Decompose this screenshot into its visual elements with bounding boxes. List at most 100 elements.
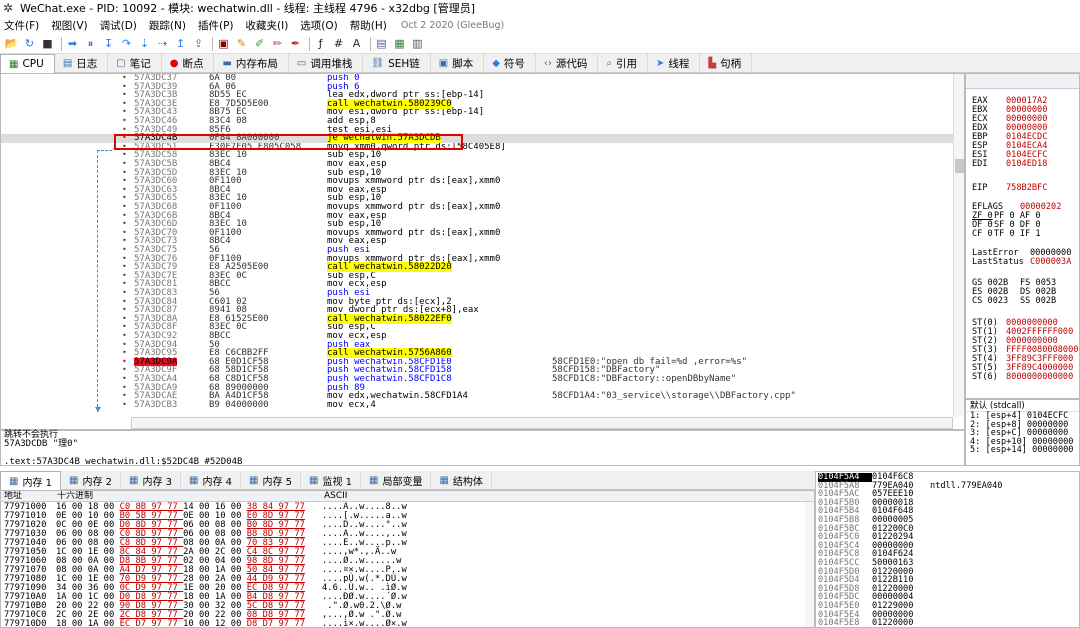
- registers-panel[interactable]: EAX 000017A2 EBX 00000000 ECX 00000000 EDX 0000…: [965, 73, 1080, 399]
- tab-search[interactable]: ⌕ 引用: [598, 54, 649, 73]
- folder-open-icon[interactable]: 📂: [4, 36, 19, 51]
- row-dot[interactable]: •: [122, 74, 127, 83]
- disasm-row[interactable]: • 57A3DC68 0F1100 movups xmmword ptr ds:[ea…: [1, 202, 953, 212]
- disasm-row[interactable]: • 57A3DC87 8941 08 mov dword ptr ds:[ecx+8]…: [1, 306, 953, 315]
- disasm-row[interactable]: • 57A3DC5B 8BC4 mov eax,esp: [1, 159, 953, 169]
- row-dot[interactable]: •: [122, 280, 127, 289]
- menu-item[interactable]: 收藏夹(I): [246, 18, 289, 33]
- disasm-row[interactable]: • 57A3DC94 50 push eax: [1, 340, 953, 350]
- disasm-row[interactable]: • 57A3DC37 6A 00 push 0: [1, 74, 953, 83]
- disasm-row[interactable]: • 57A3DCAE BA A4D1CF58 mov edx,wechatwin.58…: [1, 392, 953, 401]
- tab-callstack[interactable]: ▭ 调用堆栈: [289, 54, 364, 73]
- disasm-row[interactable]: • 57A3DC7E 83EC 0C sub esp,C: [1, 271, 953, 281]
- disasm-row[interactable]: • 57A3DC70 0F1100 movups xmmword ptr ds:[ea…: [1, 228, 953, 238]
- menu-item[interactable]: 跟踪(N): [149, 18, 186, 33]
- row-dot[interactable]: •: [122, 185, 127, 195]
- row-dot[interactable]: •: [122, 392, 127, 401]
- disasm-row[interactable]: • 57A3DC75 56 push esi: [1, 245, 953, 255]
- row-dot[interactable]: •: [122, 220, 127, 229]
- row-dot[interactable]: •: [122, 108, 127, 117]
- tab-symbol[interactable]: ◆ 符号: [484, 54, 536, 73]
- disasm-row[interactable]: • 57A3DC3B 8D55 EC lea edx,dword ptr ss:[eb…: [1, 91, 953, 100]
- disasm-row[interactable]: • 57A3DC79 E8 A2505E00 call wechatwin.58022…: [1, 262, 953, 273]
- disasm-row[interactable]: • 57A3DC81 8BCC mov ecx,esp: [1, 280, 953, 289]
- string-icon[interactable]: A: [349, 36, 364, 51]
- tab-memory[interactable]: ▦ 内存 4: [181, 471, 241, 490]
- bookmark-icon[interactable]: ✒: [288, 36, 303, 51]
- row-dot[interactable]: •: [122, 159, 127, 169]
- disasm-row[interactable]: • 57A3DC95 E8 C6CBB2FF call wechatwin.5756A…: [1, 348, 953, 359]
- register-st6[interactable]: ST(6) 8000000000000: [972, 373, 1073, 382]
- register-edi[interactable]: EDI 0104ED18: [972, 160, 1047, 169]
- register-cs0023[interactable]: CS 0023 SS 002B: [972, 297, 1056, 306]
- row-dot[interactable]: •: [122, 125, 127, 135]
- row-dot[interactable]: •: [122, 288, 127, 298]
- tab-memory-map[interactable]: ▬ 内存布局: [214, 54, 289, 73]
- row-dot[interactable]: •: [122, 202, 127, 212]
- menu-item[interactable]: 选项(O): [300, 18, 337, 33]
- disasm-row[interactable]: • 57A3DC39 6A 06 push 6: [1, 82, 953, 92]
- call-convention-panel[interactable]: 默认 (stdcall) 1: [esp+4] 0104ECFC 2: [esp+…: [965, 399, 1080, 466]
- row-dot[interactable]: •: [122, 306, 127, 315]
- row-dot[interactable]: •: [122, 271, 127, 281]
- row-dot[interactable]: •: [122, 314, 127, 324]
- row-dot[interactable]: •: [122, 177, 127, 186]
- disasm-row[interactable]: • 57A3DCB3 B9 04000000 mov ecx,4: [1, 400, 953, 410]
- disasm-row[interactable]: • 57A3DC6D 83EC 10 sub esp,10: [1, 220, 953, 229]
- pause-icon[interactable]: ⏸: [83, 36, 98, 51]
- row-dot[interactable]: •: [122, 323, 127, 332]
- disasm-row[interactable]: • 57A3DC60 0F1100 movups xmmword ptr ds:[ea…: [1, 177, 953, 186]
- row-dot[interactable]: •: [122, 349, 127, 358]
- tab-memory[interactable]: ▦ 内存 1: [0, 471, 61, 490]
- row-dot[interactable]: •: [122, 82, 127, 92]
- label-icon[interactable]: ✏: [270, 36, 285, 51]
- tab-locals[interactable]: ▦ 局部变量: [361, 471, 432, 490]
- hash-icon[interactable]: #: [331, 36, 346, 51]
- scroll-thumb[interactable]: [955, 159, 964, 173]
- register-laststatus[interactable]: LastStatus C000003A: [972, 258, 1071, 267]
- register-value[interactable]: SS 002B: [1020, 296, 1056, 306]
- disasm-row[interactable]: • 57A3DC43 8B75 EC mov esi,dword ptr ss:[eb…: [1, 108, 953, 117]
- disasm-row[interactable]: • 57A3DC84 C601 02 mov byte ptr ds:[ecx],2: [1, 297, 953, 307]
- row-dot[interactable]: •: [122, 254, 127, 264]
- execute-till-return-icon[interactable]: ↥: [173, 36, 188, 51]
- patch-icon[interactable]: ✎: [234, 36, 249, 51]
- memory-icon[interactable]: ▦: [392, 36, 407, 51]
- trace-over-icon[interactable]: ⇢: [155, 36, 170, 51]
- row-dot[interactable]: •: [122, 151, 127, 160]
- run-icon[interactable]: ➡: [65, 36, 80, 51]
- row-dot[interactable]: •: [122, 383, 127, 393]
- tab-memory[interactable]: ▦ 内存 3: [121, 471, 181, 490]
- row-dot[interactable]: •: [122, 245, 127, 255]
- disasm-row[interactable]: • 57A3DC83 56 push esi: [1, 288, 953, 298]
- disasm-row[interactable]: • 57A3DC8F 83EC 0C sub esp,C: [1, 323, 953, 332]
- row-dot[interactable]: •: [122, 331, 127, 341]
- menu-item[interactable]: 插件(P): [198, 18, 234, 33]
- memory-row[interactable]: 779710D0 18 00 1A 00 EC D7 97 77 10 00 12…: [4, 620, 407, 628]
- tab-log[interactable]: ▤ 日志: [55, 54, 109, 73]
- row-dot[interactable]: •: [122, 237, 127, 246]
- disasm-row[interactable]: • 57A3DC9F 68 58D1CF58 push wechatwin.58CFD…: [1, 366, 953, 375]
- vertical-scrollbar[interactable]: [953, 74, 964, 417]
- trace-into-icon[interactable]: ⇣: [137, 36, 152, 51]
- tab-watch[interactable]: ▦ 监视 1: [301, 471, 361, 490]
- run-to-user-code-icon[interactable]: ⇪: [191, 36, 206, 51]
- disasm-row[interactable]: • 57A3DC9A 68 E0D1CF58 push wechatwin.58CFD…: [1, 357, 953, 367]
- row-dot[interactable]: •: [122, 366, 127, 375]
- tab-handle[interactable]: ▙ 句柄: [700, 54, 753, 73]
- menu-item[interactable]: 视图(V): [51, 18, 87, 33]
- step-into-icon[interactable]: ↧: [101, 36, 116, 51]
- register-eip[interactable]: EIP 758B2BFC: [972, 184, 1047, 193]
- row-dot[interactable]: •: [122, 340, 127, 350]
- calculator-icon[interactable]: ▤: [374, 36, 389, 51]
- tab-memory[interactable]: ▦ 内存 5: [241, 471, 301, 490]
- disasm-row[interactable]: • 57A3DC46 83C4 08 add esp,8: [1, 116, 953, 126]
- script-icon[interactable]: ▥: [410, 36, 425, 51]
- row-dot[interactable]: •: [122, 168, 127, 178]
- tab-seh[interactable]: ⛓ SEH链: [363, 54, 431, 73]
- step-over-icon[interactable]: ↷: [119, 36, 134, 51]
- disasm-row[interactable]: • 57A3DC58 83EC 10 sub esp,10: [1, 151, 953, 160]
- restart-icon[interactable]: ↻: [22, 36, 37, 51]
- tab-thread[interactable]: ➤ 线程: [648, 54, 701, 73]
- tab-breakpoint[interactable]: ● 断点: [162, 54, 215, 73]
